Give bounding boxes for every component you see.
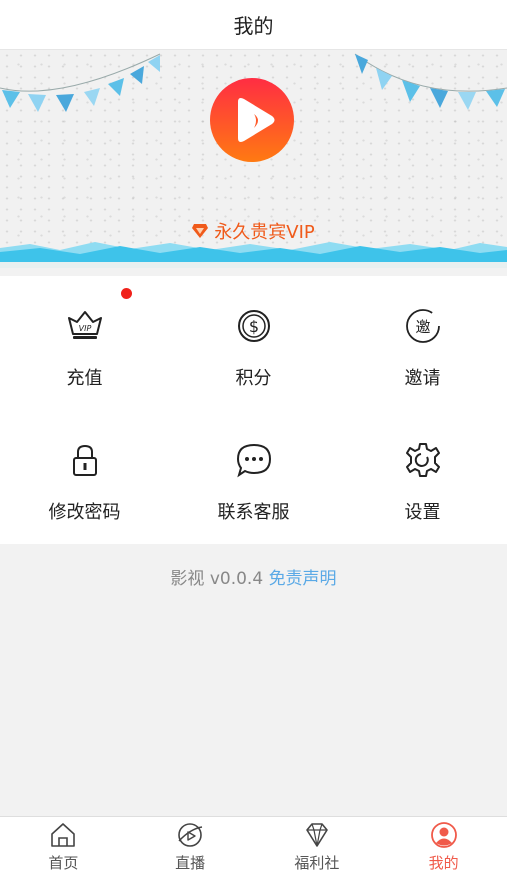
svg-text:$: $: [248, 317, 258, 336]
dollar-coin-icon: $: [237, 310, 270, 342]
settings-label: 设置: [404, 502, 441, 523]
tab-mine[interactable]: 我的: [380, 817, 507, 876]
customer-service-button[interactable]: 联系客服: [169, 410, 338, 544]
invite-button[interactable]: 邀 邀请: [338, 276, 507, 410]
settings-button[interactable]: 设置: [338, 410, 507, 544]
diamond-icon: [306, 823, 328, 847]
tab-mine-label: 我的: [428, 854, 459, 872]
vip-crown-icon: VIP: [67, 311, 102, 339]
footer-info: 影视 v0.0.4 免责声明: [0, 564, 507, 589]
change-password-button[interactable]: 修改密码: [0, 410, 169, 544]
recharge-label: 充值: [66, 368, 103, 389]
lock-icon: [72, 444, 97, 476]
invite-label: 邀请: [404, 368, 441, 389]
tab-home[interactable]: 首页: [0, 817, 127, 876]
wave-decoration: [0, 242, 507, 268]
home-icon: [51, 823, 76, 847]
tab-live[interactable]: 直播: [127, 817, 254, 876]
points-button[interactable]: $ 积分: [169, 276, 338, 410]
menu-grid: VIP 充值 $ 积分 邀 邀请 修改密码 联系客服 设置: [0, 276, 507, 544]
points-label: 积分: [235, 368, 272, 389]
disclaimer-link[interactable]: 免责声明: [269, 569, 337, 589]
chat-bubble-icon: [236, 443, 271, 478]
recharge-button[interactable]: VIP 充值: [0, 276, 169, 410]
change-password-label: 修改密码: [48, 502, 121, 523]
live-icon: [178, 823, 203, 847]
bottom-tab-bar: 首页 直播 福利社 我的: [0, 816, 507, 876]
svg-text:VIP: VIP: [78, 324, 91, 333]
app-version: 影视 v0.0.4: [170, 569, 264, 589]
tab-welfare[interactable]: 福利社: [254, 817, 381, 876]
notification-badge: [121, 288, 132, 299]
customer-service-label: 联系客服: [217, 502, 290, 523]
tab-welfare-label: 福利社: [294, 854, 340, 872]
svg-text:邀: 邀: [415, 318, 430, 336]
header: 我的: [0, 0, 507, 50]
app-logo: [210, 78, 294, 162]
tab-live-label: 直播: [175, 854, 206, 872]
page-title: 我的: [233, 14, 274, 38]
profile-banner: 永久贵宾VIP: [0, 50, 507, 268]
gear-icon: [405, 443, 440, 477]
tab-home-label: 首页: [48, 854, 79, 872]
diamond-icon: [192, 224, 209, 238]
profile-icon: [430, 822, 457, 848]
invite-icon: 邀: [405, 309, 440, 343]
